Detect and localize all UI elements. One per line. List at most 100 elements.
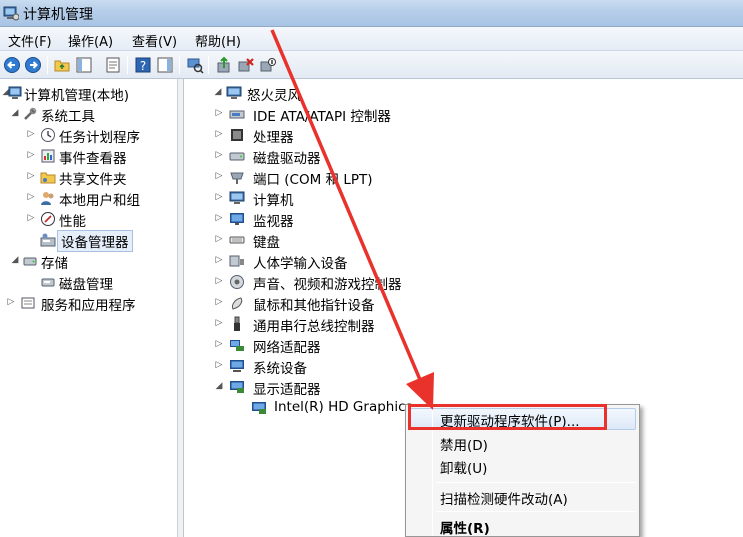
pane-splitter[interactable] [178,79,184,537]
device-category[interactable]: ▷ 通用串行总线控制器 [185,314,743,335]
tree-item-disk-management[interactable]: 磁盘管理 [0,272,178,293]
human-interface-icon [229,255,244,267]
disable-icon[interactable] [259,56,277,74]
expand-icon[interactable]: ▷ [26,171,36,181]
device-category[interactable]: ▷ 处理器 [185,125,743,146]
menu-action[interactable]: 操作(A) [66,31,115,50]
annotation-highlight-box [408,404,607,430]
scan-hardware-icon[interactable] [186,56,204,74]
update-driver-icon[interactable] [215,56,233,74]
users-icon [41,192,54,205]
display-adapter-icon [252,402,266,414]
expand-icon[interactable]: ▷ [214,255,224,265]
display-adapter-icon [230,381,244,393]
expand-icon[interactable]: ▷ [6,297,16,307]
navigation-tree[interactable]: ◢ 计算机管理(本地) ◢ 系统工具 ▷ 任务计划程序 ▷ 事件查看器 ▷ 共享… [0,79,178,537]
device-category[interactable]: ▷ 端口 (COM 和 LPT) [185,167,743,188]
tree-label: 系统工具 [41,109,95,125]
computer-icon [229,191,245,204]
expand-icon[interactable]: ▷ [214,213,224,223]
tree-label: 存储 [41,256,68,272]
menu-help[interactable]: 帮助(H) [193,31,243,50]
tree-label: 服务和应用程序 [41,298,136,314]
uninstall-icon[interactable] [237,56,255,74]
tree-item-shared-folders[interactable]: ▷ 共享文件夹 [0,167,178,188]
port-icon [230,172,244,184]
toolbar-separator [47,56,48,74]
device-category-label: 网络适配器 [253,340,321,356]
tree-item-task-scheduler[interactable]: ▷ 任务计划程序 [0,125,178,146]
device-category[interactable]: ▷ IDE ATA/ATAPI 控制器 [185,104,743,125]
uninstall-menu-item[interactable]: 卸载(U) [440,457,487,477]
scan-hardware-menu-item[interactable]: 扫描检测硬件改动(A) [440,488,568,508]
tree-item-storage[interactable]: ◢ 存储 [0,251,178,272]
disable-menu-item[interactable]: 禁用(D) [440,434,488,454]
tree-label: 磁盘管理 [59,277,113,293]
properties-icon[interactable] [104,56,122,74]
tree-item-device-manager[interactable]: 设备管理器 [0,230,178,252]
expand-icon[interactable]: ▷ [214,108,224,118]
tree-label: 性能 [59,214,86,230]
device-category[interactable]: ▷ 鼠标和其他指针设备 [185,293,743,314]
toolbar-separator [179,56,180,74]
tree-item-event-viewer[interactable]: ▷ 事件查看器 [0,146,178,167]
expand-icon[interactable]: ▷ [214,129,224,139]
properties-menu-item[interactable]: 属性(R) [440,517,490,537]
expand-icon[interactable]: ▷ [214,276,224,286]
expand-icon[interactable]: ▷ [214,339,224,349]
expand-icon[interactable]: ▷ [214,360,224,370]
expand-icon[interactable]: ▷ [214,318,224,328]
computer-name: 怒火灵风 [247,88,301,104]
device-tree-root[interactable]: ◢ 怒火灵风 [185,83,743,104]
menu-file[interactable]: 文件(F) [6,31,54,50]
expand-icon[interactable]: ▷ [214,192,224,202]
expand-icon[interactable]: ▷ [214,234,224,244]
expand-icon[interactable]: ▷ [214,150,224,160]
tree-item-system-tools[interactable]: ◢ 系统工具 [0,104,178,125]
device-category[interactable]: ▷ 监视器 [185,209,743,230]
action-pane-icon[interactable] [156,56,174,74]
collapse-icon[interactable]: ◢ [214,381,224,391]
device-category[interactable]: ▷ 人体学输入设备 [185,251,743,272]
tree-label: 计算机管理(本地) [24,88,130,104]
expand-icon[interactable]: ▷ [26,192,36,202]
forward-icon[interactable] [24,56,42,74]
collapse-icon[interactable]: ◢ [10,108,20,118]
back-icon[interactable] [3,56,21,74]
device-category[interactable]: ▷ 网络适配器 [185,335,743,356]
tree-label: 任务计划程序 [59,130,140,146]
tree-item-root[interactable]: ◢ 计算机管理(本地) [0,83,178,104]
help-icon[interactable]: ? [134,56,152,74]
tree-item-local-users[interactable]: ▷ 本地用户和组 [0,188,178,209]
collapse-icon[interactable]: ◢ [10,255,20,265]
tree-item-performance[interactable]: ▷ 性能 [0,209,178,230]
device-manager-icon [40,233,56,247]
expand-icon[interactable]: ▷ [26,213,36,223]
device-category-label: 人体学输入设备 [253,256,348,272]
device-category[interactable]: ▷ 系统设备 [185,356,743,377]
device-category[interactable]: ▷ 键盘 [185,230,743,251]
menu-view[interactable]: 查看(V) [130,31,179,50]
expand-icon[interactable]: ▷ [26,129,36,139]
monitor-icon [230,213,244,225]
device-category[interactable]: ▷ 计算机 [185,188,743,209]
device-category[interactable]: ▷ 磁盘驱动器 [185,146,743,167]
clock-icon [41,128,55,142]
tree-label: 本地用户和组 [59,193,140,209]
svg-text:?: ? [140,59,146,73]
tree-item-services[interactable]: ▷ 服务和应用程序 [0,293,178,314]
system-device-icon [230,360,244,372]
toolbar-separator [208,56,209,74]
expand-icon[interactable]: ▷ [26,150,36,160]
show-tree-icon[interactable] [75,56,93,74]
collapse-icon[interactable]: ◢ [213,87,223,97]
device-category[interactable]: ▷ 声音、视频和游戏控制器 [185,272,743,293]
usb-icon [234,316,240,331]
device-category-display[interactable]: ◢ 显示适配器 [185,377,743,398]
up-folder-icon[interactable] [53,56,71,74]
network-adapter-icon [230,340,244,351]
expand-icon[interactable]: ▷ [214,171,224,181]
title-bar: 计算机管理 [0,0,743,27]
expand-icon[interactable]: ▷ [214,297,224,307]
device-category-label: 通用串行总线控制器 [253,319,375,335]
